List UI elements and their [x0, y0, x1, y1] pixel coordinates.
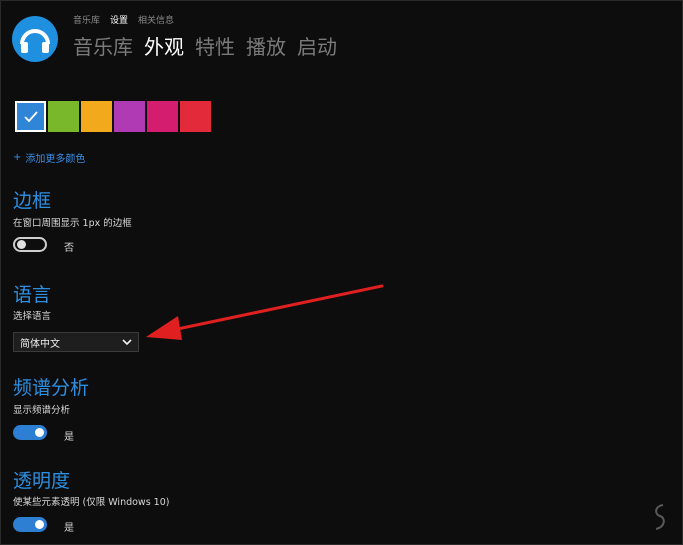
watermark-mark	[655, 504, 665, 530]
annotation-arrow	[146, 284, 384, 340]
